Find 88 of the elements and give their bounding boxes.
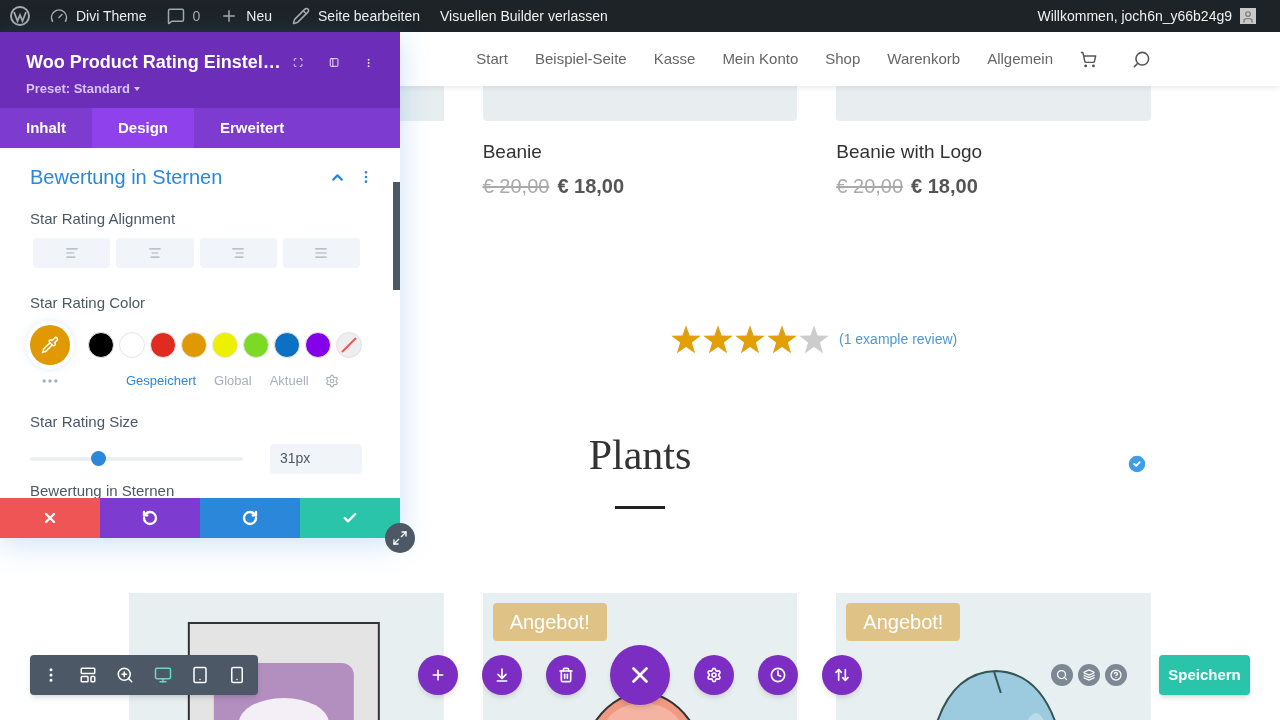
desktop-icon[interactable] bbox=[153, 666, 172, 684]
preset-dropdown[interactable]: Preset: Standard bbox=[26, 79, 141, 99]
wordpress-logo-icon[interactable] bbox=[10, 6, 30, 26]
field-label: Star Rating Size bbox=[30, 412, 140, 432]
product-title[interactable]: Beanie with Logo bbox=[836, 138, 1151, 167]
nav-link[interactable]: Warenkorb bbox=[887, 47, 961, 71]
redo-icon bbox=[242, 510, 258, 526]
palette-tab[interactable]: Gespeichert bbox=[126, 371, 197, 391]
price: € 18,00 bbox=[911, 173, 978, 199]
search-icon bbox=[1056, 669, 1068, 681]
color-swatch[interactable] bbox=[243, 332, 269, 358]
sidebar-icon[interactable] bbox=[328, 55, 340, 70]
align-icon bbox=[147, 245, 162, 260]
product-title[interactable]: Beanie bbox=[482, 138, 798, 167]
transparent-swatch[interactable] bbox=[336, 332, 362, 358]
sort-icon bbox=[834, 667, 850, 683]
download-icon bbox=[494, 667, 510, 683]
focus-icon[interactable] bbox=[292, 55, 303, 70]
star-icon bbox=[735, 324, 765, 354]
slider-thumb[interactable] bbox=[91, 451, 107, 466]
zoom-icon[interactable] bbox=[116, 666, 135, 684]
admin-bar-link[interactable]: Seite bearbeiten bbox=[292, 5, 420, 27]
scrollbar[interactable] bbox=[393, 182, 400, 290]
color-swatch[interactable] bbox=[150, 332, 176, 358]
cart-icon[interactable] bbox=[1080, 50, 1097, 68]
dashboard-icon bbox=[50, 7, 68, 25]
layers-icon bbox=[1083, 669, 1095, 681]
title-divider bbox=[615, 505, 665, 509]
size-input[interactable]: 31px bbox=[270, 443, 362, 474]
settings-icon[interactable] bbox=[324, 374, 339, 388]
admin-bar-link[interactable]: Visuellen Builder verlassen bbox=[440, 5, 608, 27]
color-picker-button[interactable] bbox=[30, 325, 70, 365]
resize-icon bbox=[392, 530, 408, 546]
undo-icon bbox=[142, 510, 158, 526]
align-icon bbox=[64, 245, 79, 260]
save-button[interactable] bbox=[300, 498, 400, 538]
align-icon bbox=[231, 245, 246, 260]
field-label: Star Rating Alignment bbox=[30, 209, 177, 229]
star-icon bbox=[703, 324, 733, 354]
color-swatch[interactable] bbox=[274, 332, 300, 358]
settings-icon bbox=[706, 667, 722, 683]
old-price: € 20,00 bbox=[836, 173, 904, 199]
color-swatch[interactable] bbox=[119, 332, 145, 358]
clock-icon bbox=[770, 667, 786, 683]
color-swatch[interactable] bbox=[212, 332, 238, 358]
price: € 18,00 bbox=[557, 173, 625, 199]
layout-icon[interactable] bbox=[79, 666, 97, 684]
nav-link[interactable]: Mein Konto bbox=[722, 47, 799, 71]
star-icon bbox=[799, 324, 829, 354]
align-icon bbox=[314, 245, 329, 260]
panel-tab[interactable]: Design bbox=[92, 108, 194, 148]
nav-link[interactable]: Allgemein bbox=[987, 47, 1053, 71]
star-icon bbox=[671, 324, 701, 354]
color-swatch[interactable] bbox=[305, 332, 331, 358]
eyedropper-icon bbox=[41, 336, 59, 354]
nav-link[interactable]: Kasse bbox=[653, 47, 696, 71]
close-icon bbox=[42, 510, 58, 526]
comment-icon bbox=[166, 7, 185, 25]
panel-title: Woo Product Rating Einstel… bbox=[26, 51, 281, 74]
sale-badge: Angebot! bbox=[846, 602, 961, 641]
help-icon bbox=[1110, 669, 1122, 681]
avatar[interactable] bbox=[1240, 8, 1256, 24]
trash-icon bbox=[558, 667, 574, 683]
admin-bar-link[interactable]: Neu bbox=[220, 5, 273, 27]
pencil-icon bbox=[292, 7, 311, 25]
review-link[interactable]: (1 example review) bbox=[839, 328, 958, 350]
undo-button[interactable] bbox=[100, 498, 200, 538]
admin-bar-link[interactable]: 0 bbox=[166, 5, 201, 27]
redo-button[interactable] bbox=[200, 498, 300, 538]
greeting[interactable]: Willkommen, joch6n_y66b24g9 bbox=[1037, 5, 1232, 27]
old-price: € 20,00 bbox=[482, 173, 550, 199]
field-label: Star Rating Color bbox=[30, 292, 147, 313]
search-icon[interactable] bbox=[1132, 49, 1151, 69]
color-swatch[interactable] bbox=[88, 332, 114, 358]
tablet-icon[interactable] bbox=[190, 666, 209, 684]
field-label: Bewertung in Sternen bbox=[30, 481, 176, 498]
sale-badge: Angebot! bbox=[492, 602, 607, 641]
section-title: Plants bbox=[588, 433, 692, 476]
nav-link[interactable]: Beispiel-Seite bbox=[534, 47, 627, 71]
color-swatch[interactable] bbox=[181, 332, 207, 358]
nav-link[interactable]: Shop bbox=[825, 47, 861, 71]
star-icon bbox=[767, 324, 797, 354]
slider[interactable] bbox=[30, 451, 243, 466]
nav-link[interactable]: Start bbox=[476, 47, 508, 71]
check-icon[interactable] bbox=[1126, 453, 1148, 475]
section-heading[interactable]: Bewertung in Sternen bbox=[30, 162, 329, 192]
add-icon bbox=[430, 667, 446, 683]
admin-bar-link[interactable]: Divi Theme bbox=[50, 5, 147, 27]
